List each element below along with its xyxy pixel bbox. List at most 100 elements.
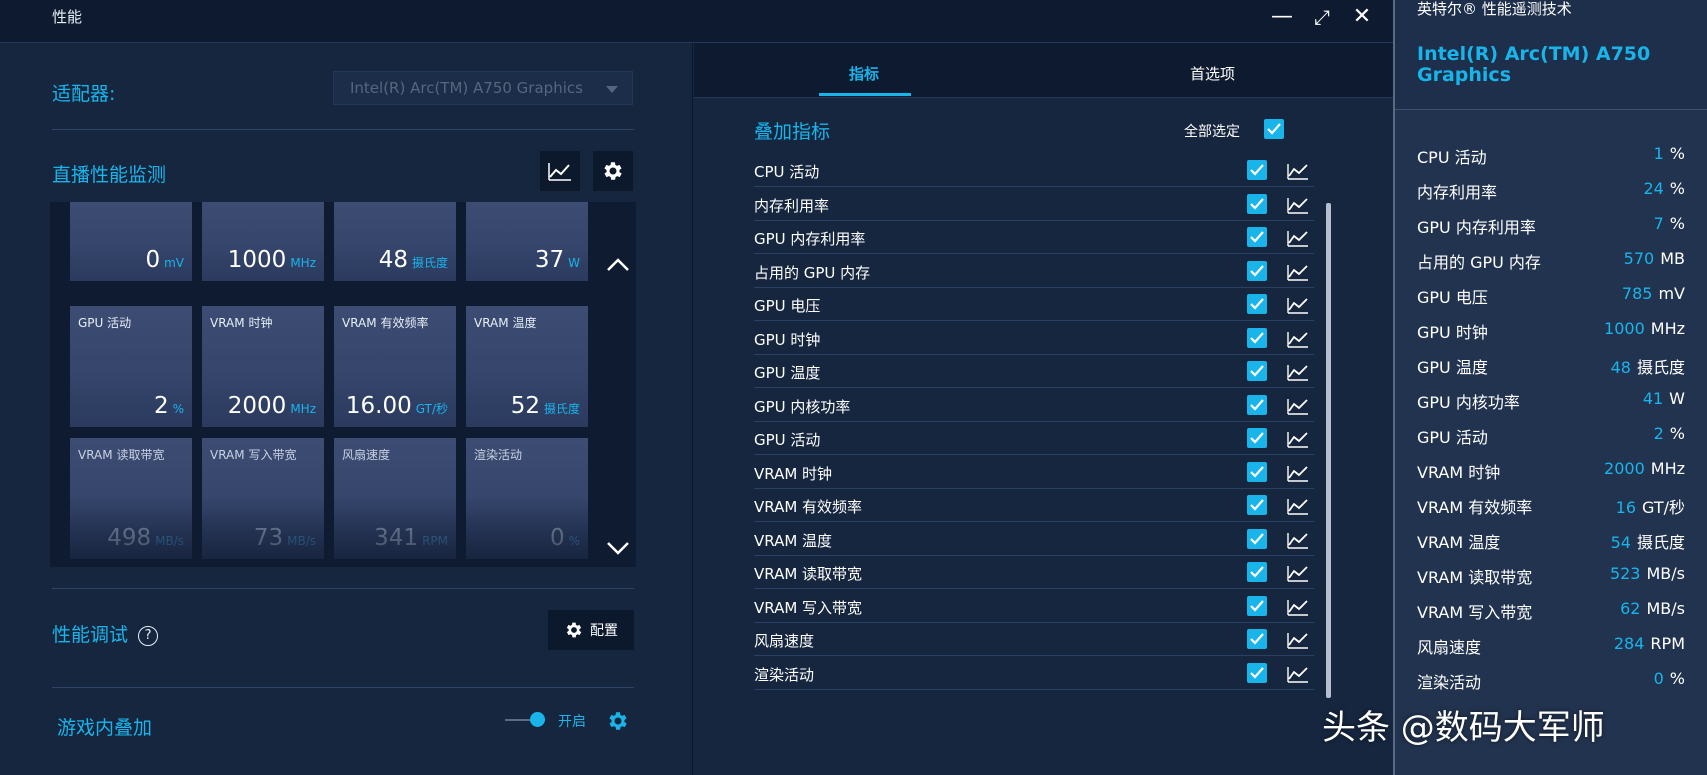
monitor-tile[interactable]: 渲染活动 0% — [466, 438, 588, 559]
checkmark-icon — [1250, 398, 1264, 411]
metric-checkbox[interactable] — [1247, 160, 1267, 180]
monitor-tile[interactable]: VRAM 有效频率 16.00 GT/秒 — [334, 306, 456, 427]
overlay-row: VRAM 温度 54 摄氏度 — [1417, 525, 1685, 555]
tile-value: 73 MB/s — [254, 525, 316, 551]
monitor-tile[interactable]: 风扇速度 341 RPM — [334, 438, 456, 559]
tab-preferences[interactable]: 首选项 — [1190, 63, 1235, 84]
line-chart-icon[interactable] — [1287, 463, 1309, 483]
monitor-tile[interactable]: 48 摄氏度 — [334, 202, 456, 281]
metric-checkbox[interactable] — [1247, 227, 1267, 247]
metric-checkbox[interactable] — [1247, 260, 1267, 281]
metric-checkbox[interactable] — [1247, 394, 1267, 415]
overlay-row-unit: MB/s — [1646, 564, 1685, 583]
adapter-select[interactable]: Intel(R) Arc(TM) A750 Graphics — [333, 71, 633, 105]
window-controls: — ⤢ ✕ — [1269, 4, 1375, 30]
line-chart-icon[interactable] — [1287, 262, 1309, 282]
metric-checkbox[interactable] — [1247, 461, 1267, 482]
chart-view-button[interactable] — [540, 151, 580, 191]
metric-label: CPU 活动 — [754, 163, 820, 181]
overlay-row-value: 570 MB — [1624, 249, 1685, 268]
line-chart-icon[interactable] — [1287, 362, 1309, 382]
tab-bar: 指标 首选项 — [694, 43, 1393, 98]
metric-checkbox[interactable] — [1247, 495, 1267, 515]
line-chart-icon[interactable] — [1287, 195, 1309, 215]
overlay-row: VRAM 读取带宽 523 MB/s — [1417, 560, 1685, 590]
metric-checkbox[interactable] — [1247, 562, 1267, 582]
checkmark-icon — [1250, 365, 1264, 377]
overlay-row: VRAM 写入带宽 62 MB/s — [1417, 595, 1685, 625]
line-chart-icon[interactable] — [1287, 597, 1309, 617]
overlay-row-label: GPU 内存利用率 — [1417, 218, 1536, 237]
overlay-row-unit: 摄氏度 — [1636, 533, 1685, 552]
overlay-settings-panel: 指标 首选项 叠加指标 全部选定 CPU 活动 内存利用率 GPU 内存利用率 占用的… — [694, 43, 1393, 775]
line-chart-icon[interactable] — [1287, 396, 1309, 416]
overlay-toggle[interactable] — [505, 712, 545, 728]
overlay-row-number: 54 — [1610, 533, 1631, 552]
tile-unit: % — [568, 534, 580, 548]
help-icon[interactable]: ? — [138, 626, 159, 646]
metric-checkbox[interactable] — [1247, 193, 1267, 214]
chevron-up-icon[interactable] — [605, 255, 631, 275]
monitor-tile[interactable]: VRAM 温度 52 摄氏度 — [466, 306, 588, 427]
monitor-tile[interactable]: GPU 活动 2% — [70, 306, 192, 427]
monitor-tile[interactable]: VRAM 时钟 2000 MHz — [202, 306, 324, 427]
metrics-scrollbar[interactable] — [1326, 203, 1331, 698]
monitor-tile[interactable]: 1000 MHz — [202, 202, 324, 281]
metric-checkbox[interactable] — [1247, 428, 1267, 448]
overlay-row-number: 2 — [1653, 424, 1664, 443]
line-chart-icon[interactable] — [1287, 161, 1309, 181]
tile-number: 0 — [549, 525, 565, 551]
select-all-checkbox[interactable] — [1264, 119, 1284, 139]
config-button[interactable]: 配置 — [548, 610, 634, 650]
divider — [52, 129, 634, 130]
metric-checkbox[interactable] — [1247, 361, 1267, 381]
gear-icon — [609, 712, 627, 730]
overlay-row: GPU 时钟 1000 MHz — [1417, 315, 1685, 345]
monitor-tile[interactable]: VRAM 写入带宽 73 MB/s — [202, 438, 324, 559]
live-monitor-tiles[interactable]: 0 mV 1000 MHz 48 摄氏度 37 W GPU 活动 2% VRAM 时钟 2000 MHz… — [50, 202, 636, 567]
line-chart-icon[interactable] — [1287, 295, 1309, 315]
tile-value: 1000 MHz — [228, 247, 316, 273]
line-chart-icon[interactable] — [1287, 329, 1309, 349]
chevron-down-icon[interactable] — [605, 538, 631, 558]
overlay-row-value: 48 摄氏度 — [1611, 354, 1685, 378]
line-chart-icon[interactable] — [1287, 228, 1309, 248]
metric-checkbox[interactable] — [1247, 595, 1267, 616]
metric-checkbox[interactable] — [1247, 327, 1267, 348]
line-chart-icon[interactable] — [1287, 664, 1309, 684]
overlay-row: 渲染活动 0% — [1417, 665, 1685, 695]
metric-checkbox[interactable] — [1247, 528, 1267, 549]
line-chart-icon[interactable] — [1287, 496, 1309, 516]
overlay-row-label: GPU 内核功率 — [1417, 393, 1520, 412]
close-button[interactable]: ✕ — [1349, 4, 1375, 30]
overlay-row-unit: % — [1669, 214, 1685, 233]
line-chart-icon[interactable] — [1287, 630, 1309, 650]
metric-checkbox[interactable] — [1247, 294, 1267, 314]
line-chart-icon[interactable] — [1287, 530, 1309, 550]
overlay-row: GPU 内核功率 41 W — [1417, 385, 1685, 415]
checkmark-icon — [1250, 566, 1264, 578]
overlay-row-value: 523 MB/s — [1610, 564, 1685, 583]
checkmark-icon — [1250, 599, 1264, 612]
minimize-button[interactable]: — — [1269, 4, 1295, 30]
monitor-tile[interactable]: VRAM 读取带宽 498 MB/s — [70, 438, 192, 559]
overlay-row-unit: MHz — [1650, 319, 1685, 338]
line-chart-icon[interactable] — [1287, 563, 1309, 583]
maximize-button[interactable]: ⤢ — [1309, 4, 1335, 30]
metric-checkbox[interactable] — [1247, 662, 1267, 683]
line-chart-icon[interactable] — [1287, 429, 1309, 449]
monitor-tile[interactable]: 0 mV — [70, 202, 192, 281]
tile-value: 2000 MHz — [228, 393, 316, 419]
metric-checkbox[interactable] — [1247, 629, 1267, 649]
tile-unit: MHz — [290, 256, 316, 270]
overlay-settings-button[interactable] — [598, 701, 638, 741]
metric-row: VRAM 读取带宽 — [754, 555, 1314, 589]
tile-unit: MB/s — [155, 534, 184, 548]
checkmark-icon — [1250, 331, 1264, 344]
tab-metrics[interactable]: 指标 — [849, 63, 879, 84]
metric-row: CPU 活动 — [754, 153, 1314, 187]
monitor-tile[interactable]: 37 W — [466, 202, 588, 281]
metric-row: 内存利用率 — [754, 187, 1314, 221]
overlay-row-label: 占用的 GPU 内存 — [1417, 253, 1541, 272]
monitor-settings-button[interactable] — [593, 151, 633, 191]
